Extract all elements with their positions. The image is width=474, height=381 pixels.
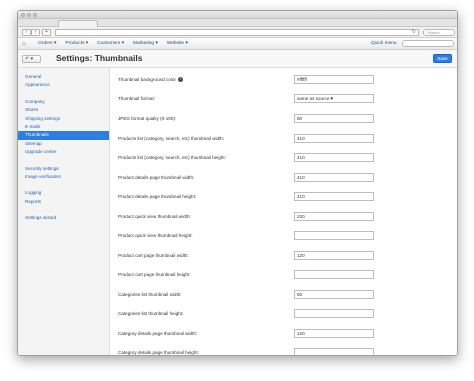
- back-icon[interactable]: ‹: [22, 29, 31, 36]
- browser-search-input[interactable]: Search: [423, 29, 455, 36]
- minimize-window-icon[interactable]: [27, 12, 31, 17]
- home-icon[interactable]: ⌂: [22, 41, 26, 47]
- category-details-height-input[interactable]: [294, 348, 374, 355]
- products-list-height-input[interactable]: 410: [294, 153, 374, 162]
- field-label: Thumbnail background color?: [118, 77, 183, 83]
- form-row: Thumbnail background color? #ffffff: [118, 75, 378, 85]
- chevron-down-icon: ▼: [329, 96, 334, 101]
- help-icon[interactable]: ?: [177, 77, 183, 83]
- back-button[interactable]: ↶ ▾: [22, 55, 41, 63]
- sidebar-item-sitemap[interactable]: Sitemap: [18, 140, 109, 148]
- sidebar-item-upgrade-center[interactable]: Upgrade center: [18, 148, 109, 156]
- quick-view-height-input[interactable]: [294, 231, 374, 240]
- field-label: Categories list thumbnail width:: [118, 292, 182, 297]
- menu-products[interactable]: Products ▾: [65, 41, 88, 46]
- field-label: Category details page thumbnail width:: [118, 331, 198, 336]
- jpeg-quality-input[interactable]: 80: [294, 114, 374, 123]
- sidebar-item-appearance[interactable]: Appearance: [18, 81, 109, 89]
- field-label: Product details page thumbnail height:: [118, 194, 197, 199]
- category-details-width-input[interactable]: 120: [294, 329, 374, 338]
- menu-customers[interactable]: Customers ▾: [97, 41, 124, 46]
- field-label: Thumbnail format:: [118, 96, 156, 101]
- settings-sidebar: General Appearance Company Stores Shippi…: [18, 68, 110, 355]
- field-label: Product quick view thumbnail width:: [118, 214, 191, 219]
- back-arrow-icon: ↶ ▾: [25, 56, 34, 62]
- cart-page-width-input[interactable]: 120: [294, 251, 374, 260]
- page-title: Settings: Thumbnails: [56, 53, 143, 63]
- form-row: Product details page thumbnail width: 41…: [118, 173, 378, 183]
- save-button[interactable]: Save: [433, 54, 452, 63]
- categories-list-width-input[interactable]: 60: [294, 290, 374, 299]
- form-row: Products list (category, search, etc) th…: [118, 134, 378, 144]
- reload-icon[interactable]: ↻: [412, 30, 416, 35]
- form-row: Product quick view thumbnail height:: [118, 231, 378, 241]
- sidebar-item-security-settings[interactable]: Security settings: [18, 165, 109, 173]
- cart-page-height-input[interactable]: [294, 270, 374, 279]
- quick-menu-link[interactable]: Quick menu: [371, 41, 397, 46]
- form-row: Product details page thumbnail height: 4…: [118, 192, 378, 202]
- forward-icon[interactable]: ›: [31, 29, 40, 36]
- form-row: Thumbnail format: same as source▼: [118, 94, 378, 104]
- browser-toolbar: ‹ › + ↻ Search: [18, 27, 457, 38]
- page-header: ↶ ▾ Settings: Thumbnails Save: [18, 50, 457, 68]
- sidebar-item-logging[interactable]: Logging: [18, 189, 109, 197]
- menu-orders[interactable]: Orders ▾: [38, 41, 56, 46]
- product-details-height-input[interactable]: 410: [294, 192, 374, 201]
- products-list-width-input[interactable]: 410: [294, 134, 374, 143]
- sidebar-item-general[interactable]: General: [18, 73, 109, 81]
- zoom-window-icon[interactable]: [33, 12, 37, 17]
- sidebar-item-thumbnails[interactable]: Thumbnails: [18, 131, 109, 140]
- sidebar-item-emails[interactable]: E-mails: [18, 123, 109, 131]
- admin-search-input[interactable]: [402, 40, 454, 47]
- thumbnail-bg-color-input[interactable]: #ffffff: [294, 75, 374, 84]
- browser-tab[interactable]: [58, 20, 98, 27]
- form-row: Product cart page thumbnail width: 120: [118, 251, 378, 261]
- form-row: Categories list thumbnail width: 60: [118, 290, 378, 300]
- sidebar-item-image-verification[interactable]: Image verification: [18, 173, 109, 181]
- quick-view-width-input[interactable]: 220: [294, 212, 374, 221]
- field-label: Product details page thumbnail width:: [118, 175, 195, 180]
- sidebar-item-shipping-settings[interactable]: Shipping settings: [18, 115, 109, 123]
- tab-strip: [18, 19, 457, 27]
- browser-window: ‹ › + ↻ Search ⌂ Orders ▾ Products ▾ Cus…: [17, 10, 458, 356]
- categories-list-height-input[interactable]: [294, 309, 374, 318]
- field-label: Product cart page thumbnail width:: [118, 253, 189, 258]
- form-row: Categories list thumbnail height:: [118, 309, 378, 319]
- menu-marketing[interactable]: Marketing ▾: [133, 41, 158, 46]
- field-label: Product cart page thumbnail height:: [118, 272, 191, 277]
- field-label: JPEG format quality (0-100):: [118, 116, 177, 121]
- form-row: JPEG format quality (0-100): 80: [118, 114, 378, 124]
- menu-website[interactable]: Website ▾: [167, 41, 188, 46]
- settings-form: Thumbnail background color? #ffffff Thum…: [111, 68, 457, 355]
- close-window-icon[interactable]: [21, 12, 25, 17]
- sidebar-item-settings-wizard[interactable]: Settings wizard: [18, 214, 109, 222]
- field-label: Products list (category, search, etc) th…: [118, 155, 226, 160]
- admin-top-nav: ⌂ Orders ▾ Products ▾ Customers ▾ Market…: [18, 38, 457, 50]
- form-row: Product cart page thumbnail height:: [118, 270, 378, 280]
- field-label: Categories list thumbnail height:: [118, 311, 184, 316]
- main-menu: Orders ▾ Products ▾ Customers ▾ Marketin…: [38, 41, 188, 46]
- form-row: Product quick view thumbnail width: 220: [118, 212, 378, 222]
- window-controls: [21, 12, 37, 17]
- field-label: Category details page thumbnail height:: [118, 350, 199, 355]
- sidebar-item-stores[interactable]: Stores: [18, 106, 109, 114]
- search-placeholder: Search: [427, 30, 440, 35]
- title-bar: [18, 11, 457, 19]
- thumbnail-format-select[interactable]: same as source▼: [294, 94, 374, 103]
- form-row: Category details page thumbnail width: 1…: [118, 329, 378, 339]
- field-label: Product quick view thumbnail height:: [118, 233, 193, 238]
- sidebar-item-reports[interactable]: Reports: [18, 198, 109, 206]
- field-label: Products list (category, search, etc) th…: [118, 136, 225, 141]
- form-row: Category details page thumbnail height:: [118, 348, 378, 355]
- sidebar-item-company[interactable]: Company: [18, 98, 109, 106]
- new-tab-icon[interactable]: +: [42, 29, 51, 36]
- product-details-width-input[interactable]: 410: [294, 173, 374, 182]
- address-bar[interactable]: ↻: [55, 29, 419, 36]
- form-row: Products list (category, search, etc) th…: [118, 153, 378, 163]
